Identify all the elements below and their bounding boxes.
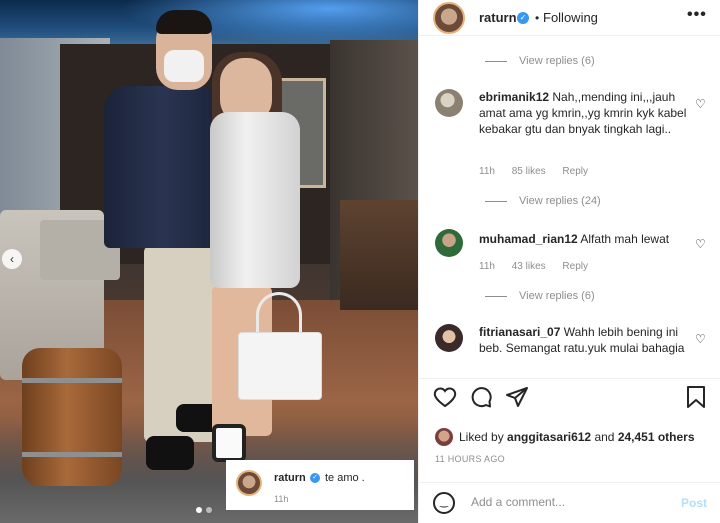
- liker-avatar[interactable]: [435, 428, 453, 446]
- verified-badge-icon: ✓: [310, 473, 320, 483]
- comment-likes[interactable]: 43 likes: [512, 261, 546, 272]
- replies-line: [485, 60, 507, 62]
- comment-username[interactable]: fitrianasari_07: [479, 325, 560, 339]
- carousel-dot-active: [196, 507, 202, 513]
- replies-line: [485, 295, 507, 297]
- comment-likes[interactable]: 85 likes: [512, 166, 546, 177]
- caption-text: te amo .: [325, 472, 365, 484]
- view-replies-button[interactable]: View replies (6): [485, 290, 595, 302]
- photo-face-mask: [164, 50, 204, 82]
- photo-man-shoe: [146, 436, 194, 470]
- photo-man-torso: [104, 86, 222, 248]
- post-photo[interactable]: ‹ raturn ✓ te amo . 11h: [0, 0, 418, 523]
- replies-line: [485, 200, 507, 202]
- comments-list: View replies (6) ebrimanik12 Nah,,mendin…: [419, 37, 720, 377]
- barrel-hoop: [22, 378, 122, 383]
- photo-woman-shoe: [212, 424, 246, 462]
- following-button[interactable]: Following: [543, 10, 598, 25]
- liked-by-others[interactable]: 24,451 others: [618, 430, 695, 444]
- caption-username[interactable]: raturn: [274, 472, 306, 484]
- share-paper-plane-icon[interactable]: [505, 385, 529, 409]
- more-options-icon[interactable]: •••: [687, 6, 707, 24]
- carousel-dot: [206, 507, 212, 513]
- like-comment-heart-icon[interactable]: ♡: [695, 332, 706, 346]
- comment-text: Alfath mah lewat: [580, 232, 670, 246]
- actions-divider: [419, 378, 720, 379]
- photo-man-hair: [156, 10, 212, 34]
- commenter-avatar[interactable]: [435, 324, 463, 352]
- barrel-hoop: [22, 452, 122, 457]
- view-replies-button[interactable]: View replies (6): [485, 55, 595, 67]
- liked-by-connector: and: [594, 430, 615, 444]
- author-username[interactable]: raturn: [479, 10, 517, 25]
- liked-by-prefix: Liked by: [459, 430, 504, 444]
- like-comment-heart-icon[interactable]: ♡: [695, 237, 706, 251]
- photo-woman-dress: [210, 112, 300, 288]
- comment-username[interactable]: muhamad_rian12: [479, 232, 578, 246]
- comment-username[interactable]: ebrimanik12: [479, 90, 549, 104]
- comment-bubble-icon[interactable]: [469, 385, 493, 409]
- comment-input[interactable]: [471, 495, 661, 509]
- comment-body: fitrianasari_07 Wahh lebih bening ini be…: [479, 324, 689, 356]
- comment-meta: 11h 43 likes Reply: [479, 261, 602, 272]
- post-header: raturn ✓ • Following •••: [419, 0, 720, 36]
- liked-by-summary: Liked by anggitasari612 and 24,451 other…: [435, 428, 695, 446]
- caption-time: 11h: [274, 494, 289, 504]
- post-side-panel: raturn ✓ • Following ••• View replies (6…: [418, 0, 720, 523]
- comment-body: muhamad_rian12 Alfath mah lewat: [479, 231, 689, 247]
- verified-badge-icon: ✓: [517, 12, 529, 24]
- comment-meta: 11h 85 likes Reply: [479, 166, 602, 177]
- comment-time: 11h: [479, 166, 495, 177]
- commenter-avatar[interactable]: [435, 229, 463, 257]
- photo-chair: [340, 200, 418, 310]
- view-replies-label: View replies (6): [519, 290, 595, 302]
- photo-handbag: [238, 332, 322, 400]
- like-heart-icon[interactable]: [433, 385, 457, 409]
- like-comment-heart-icon[interactable]: ♡: [695, 97, 706, 111]
- view-replies-button[interactable]: View replies (24): [485, 195, 601, 207]
- post-comment-button[interactable]: Post: [681, 496, 707, 510]
- comment-body: ebrimanik12 Nah,,mending ini,,,jauh amat…: [479, 89, 689, 137]
- emoji-smiley-icon[interactable]: ‿: [433, 492, 455, 514]
- view-replies-label: View replies (24): [519, 195, 601, 207]
- liked-by-user[interactable]: anggitasari612: [507, 430, 591, 444]
- add-comment-bar: ‿ Post: [419, 482, 720, 523]
- post-timestamp[interactable]: 11 HOURS AGO: [435, 454, 505, 464]
- separator-dot: •: [535, 11, 540, 25]
- save-bookmark-icon[interactable]: [685, 385, 707, 409]
- carousel-dots: [196, 507, 212, 513]
- commenter-avatar[interactable]: [435, 89, 463, 117]
- post-actions: [419, 385, 720, 415]
- view-replies-label: View replies (6): [519, 55, 595, 67]
- caption-card: raturn ✓ te amo . 11h: [226, 460, 414, 510]
- photo-barrel: [22, 348, 122, 486]
- previous-photo-button[interactable]: ‹: [2, 249, 22, 269]
- reply-button[interactable]: Reply: [562, 166, 588, 177]
- comment-time: 11h: [479, 261, 495, 272]
- author-avatar[interactable]: [433, 2, 465, 34]
- reply-button[interactable]: Reply: [562, 261, 588, 272]
- caption-avatar[interactable]: [236, 470, 262, 496]
